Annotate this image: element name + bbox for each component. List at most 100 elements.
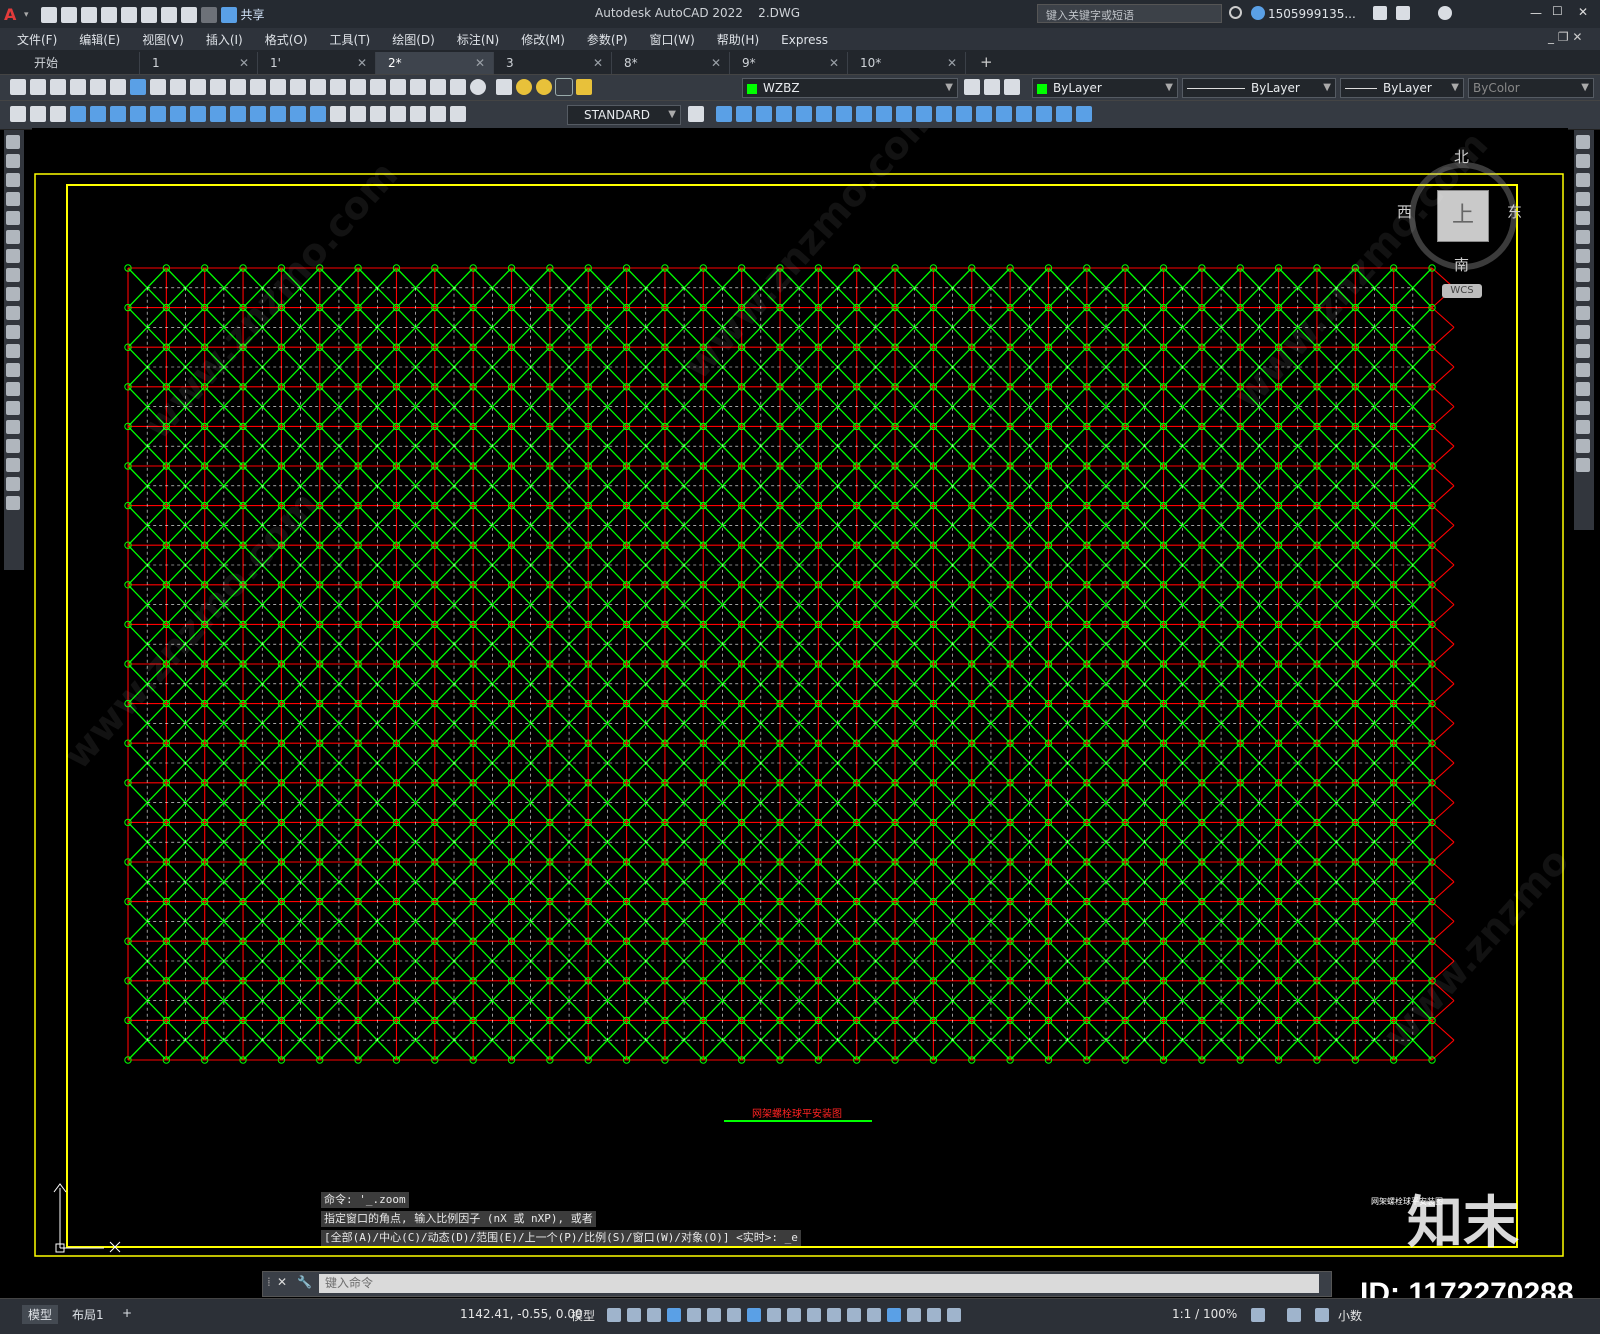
osnap-icon[interactable]: [747, 1308, 761, 1322]
modify-tool-icon[interactable]: [936, 106, 952, 122]
aligned-dim-icon[interactable]: [90, 106, 106, 122]
share-icon[interactable]: [220, 6, 237, 23]
save-icon[interactable]: [50, 79, 66, 95]
model-space-button[interactable]: 模型: [571, 1307, 595, 1324]
preview-icon[interactable]: [90, 79, 106, 95]
polyline-icon[interactable]: [6, 173, 20, 187]
modify-tool-icon[interactable]: [956, 106, 972, 122]
open-file-icon[interactable]: [60, 6, 77, 23]
close-icon[interactable]: ✕: [947, 52, 957, 74]
menu-help[interactable]: 帮助(H): [706, 31, 770, 48]
layer-previous-icon[interactable]: [984, 79, 1000, 95]
layer-viewport-icon[interactable]: [555, 78, 573, 96]
erase-icon[interactable]: [1576, 135, 1590, 149]
revcloud-icon[interactable]: [6, 268, 20, 282]
trim-icon[interactable]: [1576, 306, 1590, 320]
paste-icon[interactable]: [190, 79, 206, 95]
break-icon[interactable]: [1576, 363, 1590, 377]
dim-text-edit-icon[interactable]: [430, 106, 446, 122]
tab-10[interactable]: 10* ✕: [848, 52, 966, 74]
snap-icon[interactable]: [627, 1308, 641, 1322]
compass-west[interactable]: 西: [1397, 201, 1412, 222]
open-web-icon[interactable]: [120, 6, 137, 23]
close-icon[interactable]: ✕: [829, 52, 839, 74]
close-icon[interactable]: ✕: [593, 52, 603, 74]
tab-2[interactable]: 2* ✕: [376, 52, 494, 74]
plotstyle-dropdown[interactable]: ByColor ▼: [1468, 78, 1594, 98]
units-value[interactable]: 小数: [1338, 1307, 1362, 1324]
modify-tool-icon[interactable]: [776, 106, 792, 122]
menu-format[interactable]: 格式(O): [254, 31, 319, 48]
construction-line-icon[interactable]: [6, 154, 20, 168]
markup-icon[interactable]: [430, 79, 446, 95]
jogged-dim-icon[interactable]: [170, 106, 186, 122]
stretch-icon[interactable]: [1576, 287, 1590, 301]
layer-freeze-icon[interactable]: [536, 79, 552, 95]
share-button[interactable]: 共享: [241, 6, 265, 23]
baseline-dim-icon[interactable]: [250, 106, 266, 122]
rectangle-icon[interactable]: [6, 211, 20, 225]
gradient-icon[interactable]: [6, 420, 20, 434]
diameter-dim-icon[interactable]: [190, 106, 206, 122]
transparency-icon[interactable]: [787, 1308, 801, 1322]
modify-tool-icon[interactable]: [996, 106, 1012, 122]
add-layout-button[interactable]: +: [116, 1305, 138, 1321]
explode-icon[interactable]: [1576, 458, 1590, 472]
radius-dim-icon[interactable]: [150, 106, 166, 122]
make-block-icon[interactable]: [6, 363, 20, 377]
redo-icon[interactable]: [200, 6, 217, 23]
polygon-icon[interactable]: [6, 192, 20, 206]
search-box[interactable]: 键入关键字或短语: [1037, 4, 1222, 23]
add-selected-icon[interactable]: [6, 496, 20, 510]
join-icon[interactable]: [1576, 382, 1590, 396]
tolerance-icon[interactable]: [330, 106, 346, 122]
drawing-canvas[interactable]: 网架螺栓球平安装图 网架螺栓球平安装图 上 北 南 西 东 WCS www.zn…: [32, 128, 1568, 1273]
dim-space-icon[interactable]: [290, 106, 306, 122]
close-icon[interactable]: ✕: [239, 52, 249, 74]
tool-icon[interactable]: [30, 106, 46, 122]
annotation-scale[interactable]: 1:1 / 100%: [1172, 1307, 1237, 1321]
save-web-icon[interactable]: [140, 6, 157, 23]
insert-block-icon[interactable]: [6, 344, 20, 358]
menu-view[interactable]: 视图(V): [131, 31, 195, 48]
copy-icon[interactable]: [170, 79, 186, 95]
calculator-icon[interactable]: [450, 79, 466, 95]
dim-edit-icon[interactable]: [410, 106, 426, 122]
sheet-set-icon[interactable]: [410, 79, 426, 95]
ordinate-dim-icon[interactable]: [130, 106, 146, 122]
search-icon[interactable]: [1229, 6, 1242, 19]
modify-tool-icon[interactable]: [796, 106, 812, 122]
copy-object-icon[interactable]: [1576, 154, 1590, 168]
linetype-dropdown[interactable]: ByLayer ▼: [1182, 78, 1336, 98]
redo-icon[interactable]: [250, 79, 266, 95]
tab-start[interactable]: 开始: [22, 52, 140, 74]
arc-length-icon[interactable]: [110, 106, 126, 122]
layer-on-icon[interactable]: [516, 79, 532, 95]
pan-icon[interactable]: [270, 79, 286, 95]
close-button[interactable]: ✕: [1578, 5, 1588, 19]
coordinate-readout[interactable]: 1142.41, -0.55, 0.00: [460, 1307, 583, 1321]
maximize-button[interactable]: ☐: [1552, 4, 1563, 18]
workspace-gear-icon[interactable]: [1251, 1308, 1265, 1322]
modify-tool-icon[interactable]: [736, 106, 752, 122]
autodesk-account-icon[interactable]: [1396, 6, 1410, 20]
zoom-window-icon[interactable]: [310, 79, 326, 95]
zoom-realtime-icon[interactable]: [290, 79, 306, 95]
compass-north[interactable]: 北: [1454, 146, 1469, 167]
fillet-icon[interactable]: [1576, 420, 1590, 434]
region-icon[interactable]: [6, 439, 20, 453]
angular-dim-icon[interactable]: [210, 106, 226, 122]
selection-filter-icon[interactable]: [867, 1308, 881, 1322]
zoom-previous-icon[interactable]: [330, 79, 346, 95]
modify-tool-icon[interactable]: [716, 106, 732, 122]
modify-tool-icon[interactable]: [816, 106, 832, 122]
tab-1[interactable]: 1 ✕: [140, 52, 258, 74]
help-icon[interactable]: [1438, 6, 1452, 20]
cart-icon[interactable]: [1373, 6, 1387, 20]
scale-icon[interactable]: [1576, 268, 1590, 282]
new-tab-button[interactable]: +: [980, 53, 993, 71]
modify-tool-icon[interactable]: [856, 106, 872, 122]
grid-icon[interactable]: [607, 1308, 621, 1322]
tool-palettes-icon[interactable]: [390, 79, 406, 95]
modify-tool-icon[interactable]: [1016, 106, 1032, 122]
